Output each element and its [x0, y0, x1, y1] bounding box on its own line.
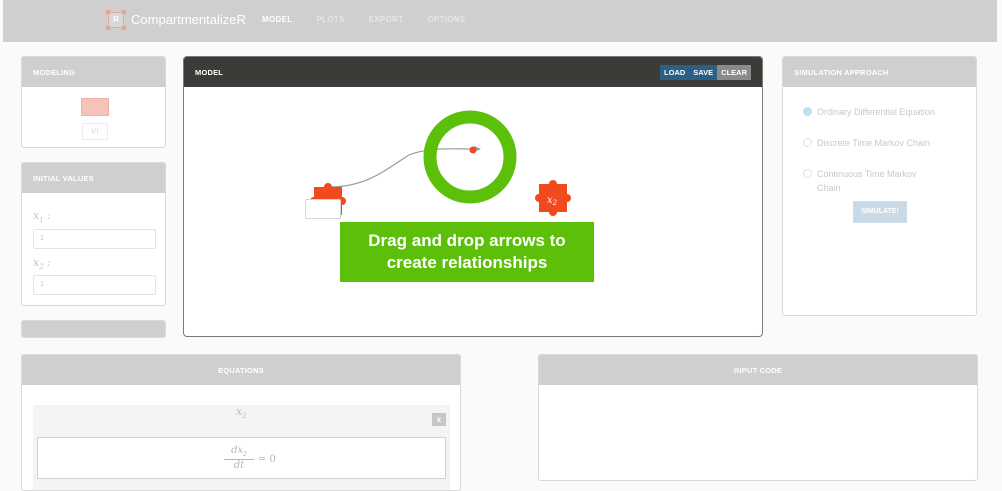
derivative-fraction: dx2 dt: [224, 445, 254, 471]
nav-options[interactable]: OPTIONS: [427, 15, 465, 24]
option-dtmc-label: Discrete Time Markov Chain: [817, 138, 931, 148]
nav-plots[interactable]: PLOTS: [316, 15, 344, 24]
compartment-tool[interactable]: [81, 98, 109, 116]
remove-equation-button[interactable]: x: [432, 413, 446, 426]
simulate-button[interactable]: SIMULATE!: [853, 201, 907, 223]
equation-editor[interactable]: dx2 dt = 0: [37, 437, 446, 479]
x2-input[interactable]: 1: [33, 275, 156, 295]
nav-export[interactable]: EXPORT: [369, 15, 404, 24]
rate-input[interactable]: [305, 199, 341, 219]
arrow-tool-icon[interactable]: ⟨/⟩: [82, 123, 108, 140]
relationship-arrow: [328, 148, 475, 188]
compartment-x2[interactable]: x2: [535, 180, 571, 216]
model-panel: MODEL LOAD SAVE CLEAR x1 x2: [183, 56, 763, 337]
brand[interactable]: R CompartmentalizeR: [106, 10, 246, 30]
load-button[interactable]: LOAD: [660, 65, 690, 80]
drop-target-dot: [469, 146, 477, 154]
input-code-panel: INPUT CODE: [538, 354, 978, 481]
tooltip-line-1: Drag and drop arrows to: [368, 231, 566, 250]
x1-label: x1 :: [33, 209, 51, 225]
radio-icon[interactable]: [803, 169, 812, 178]
instruction-tooltip: Drag and drop arrows to create relations…: [340, 222, 594, 282]
save-button[interactable]: SAVE: [689, 65, 718, 80]
simulation-title: SIMULATION APPROACH: [783, 57, 976, 87]
equation-card: x2 x dx2 dt = 0: [33, 405, 450, 490]
modeling-panel: MODELING ⟨/⟩: [21, 56, 166, 148]
model-buttons: LOAD SAVE CLEAR: [660, 65, 751, 80]
x1-input[interactable]: 1: [33, 229, 156, 249]
modeling-panel-title: MODELING: [22, 57, 165, 87]
nav-model[interactable]: MODEL: [262, 15, 292, 24]
option-ode[interactable]: Ordinary Differential Equation: [803, 105, 937, 119]
radio-icon[interactable]: [803, 138, 812, 147]
constants-title: [22, 321, 165, 337]
equations-panel: EQUATIONS x2 x dx2 dt = 0: [21, 354, 461, 491]
drop-target-ring: [423, 110, 517, 204]
app-logo-icon: R: [106, 10, 126, 30]
option-ctmc-label: Continuous Time Markov Chain: [817, 169, 917, 193]
option-ode-label: Ordinary Differential Equation: [817, 107, 935, 117]
equation-rhs: = 0: [258, 454, 276, 465]
radio-selected-icon[interactable]: [803, 107, 812, 116]
initial-values-panel: INITIAL VALUES x1 : 1 x2 : 1: [21, 162, 166, 306]
x2-label: x2 :: [33, 256, 51, 272]
option-ctmc[interactable]: Continuous Time Markov Chain: [803, 167, 937, 195]
main-nav: MODEL PLOTS EXPORT OPTIONS: [262, 15, 465, 24]
input-code-title: INPUT CODE: [539, 355, 977, 385]
top-navbar: R CompartmentalizeR MODEL PLOTS EXPORT O…: [3, 0, 997, 42]
tooltip-line-2: create relationships: [386, 253, 548, 272]
clear-button[interactable]: CLEAR: [717, 65, 751, 80]
model-canvas[interactable]: x1 x2: [184, 87, 762, 337]
option-dtmc[interactable]: Discrete Time Markov Chain: [803, 136, 937, 150]
simulation-panel: SIMULATION APPROACH Ordinary Differentia…: [782, 56, 977, 316]
app-title: CompartmentalizeR: [131, 11, 246, 27]
initial-values-title: INITIAL VALUES: [22, 163, 165, 193]
constants-panel: [21, 320, 166, 338]
equations-title: EQUATIONS: [22, 355, 460, 385]
equation-variable: x2: [236, 405, 247, 421]
